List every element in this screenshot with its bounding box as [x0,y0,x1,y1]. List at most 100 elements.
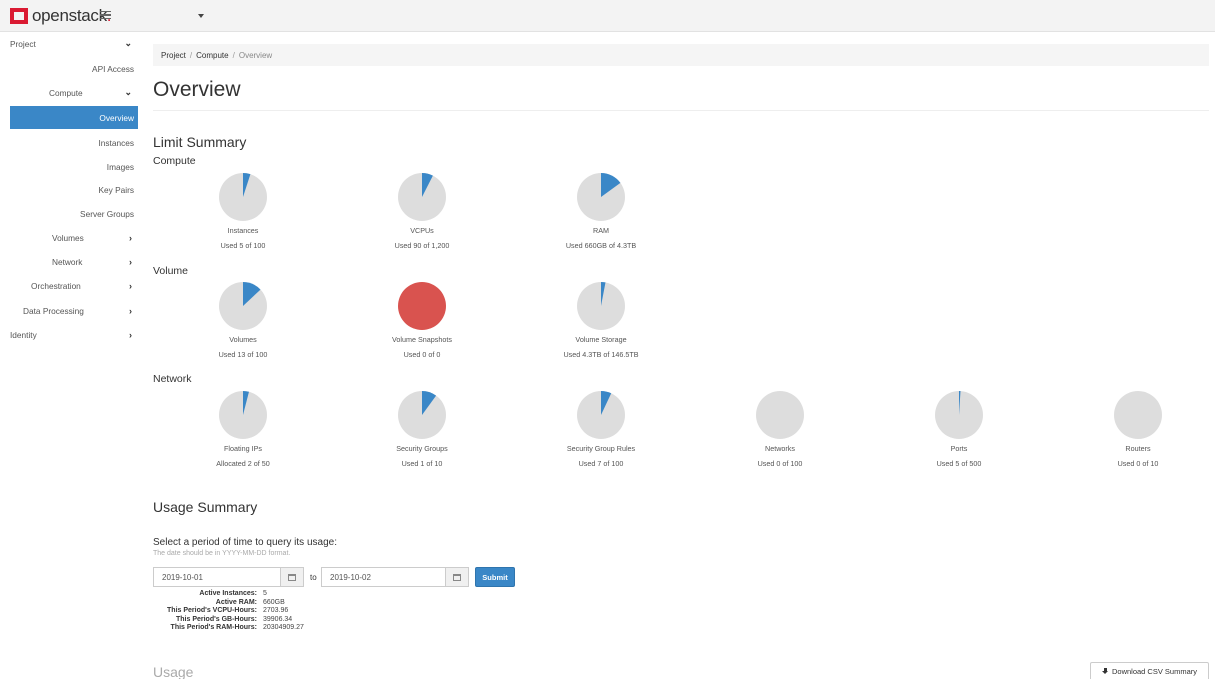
calendar-icon [288,573,296,581]
limit-label: Routers [1125,444,1151,453]
volume-heading: Volume [153,265,189,277]
chevron-down-icon: ⌄ [124,38,132,48]
chevron-right-icon: › [129,280,132,291]
end-date-input[interactable]: 2019-10-02 [321,567,447,587]
sidebar-item-label: Orchestration [31,280,81,291]
breadcrumb-project[interactable]: Project [161,51,186,60]
breadcrumb-current: Overview [238,50,273,60]
sidebar-item-label: Server Groups [80,208,134,219]
start-date-calendar-button[interactable] [280,567,304,587]
limit-networks: Networks Used 0 of 100 [690,391,870,468]
limit-label: VCPUs [410,226,434,235]
page-title: Overview [153,78,241,101]
security-group-rules-pie [577,391,625,439]
sidebar-item-label: Key Pairs [98,184,134,195]
limit-used: Allocated 2 of 50 [216,459,270,468]
pie-background [1114,391,1162,439]
limit-label: Volume Snapshots [392,335,452,344]
limit-label: Ports [950,444,968,453]
sidebar-item-label: Compute [49,87,83,98]
limit-routers: Routers Used 0 of 10 [1048,391,1215,468]
openstack-logo-icon [10,8,28,24]
security-groups-pie [398,391,446,439]
limit-used: Used 5 of 500 [936,459,982,468]
sidebar-item-key-pairs[interactable]: Key Pairs [0,178,134,201]
limit-used: Used 0 of 10 [1117,459,1159,468]
compute-heading: Compute [153,155,196,167]
chevron-right-icon: › [129,256,132,267]
ram-pie [577,173,625,221]
limit-label: Floating IPs [224,444,262,453]
breadcrumb-separator: / [189,50,193,60]
project-dropdown-caret-icon[interactable] [198,14,204,18]
breadcrumb: Project / Compute / Overview [153,44,1209,66]
download-csv-label: Download CSV Summary [1111,667,1198,676]
download-csv-button[interactable]: Download CSV Summary [1090,662,1209,679]
stat-value: 5 [263,590,267,597]
stat-value: 660GB [263,598,285,606]
sidebar-item-label: Images [106,161,134,172]
routers-pie [1114,391,1162,439]
stat-key: Active Instances: [199,590,257,597]
limit-label: Networks [765,444,795,453]
sidebar-item-label: API Access [92,63,134,74]
sidebar-item-instances[interactable]: Instances [0,131,134,154]
chevron-right-icon: › [129,232,132,243]
floating-ips-pie [219,391,267,439]
sidebar-item-identity[interactable]: Identity › [0,323,140,346]
chevron-right-icon: › [129,329,132,340]
usage-stats: Active Instances: 5 Active RAM: 660GB This… [153,590,304,633]
limit-ram: RAM Used 660GB of 4.3TB [511,173,691,250]
stat-key: Active RAM: [215,598,257,606]
breadcrumb-compute[interactable]: Compute [196,51,228,60]
sidebar-item-overview[interactable]: Overview [10,106,138,129]
stat-key: This Period's GB-Hours: [175,615,257,623]
stat-value: 2703.96 [263,607,289,614]
chevron-down-icon: ⌄ [124,87,132,97]
limit-used: Used 4.3TB of 146.5TB [563,350,639,359]
network-heading: Network [153,373,192,385]
sidebar-item-network[interactable]: Network › [0,250,140,273]
limit-used: Used 0 of 0 [403,350,441,359]
divider [153,110,1209,111]
limit-label: Instances [227,226,259,235]
limit-security-group-rules: Security Group Rules Used 7 of 100 [511,391,691,468]
limit-label: Security Group Rules [566,444,636,453]
volume-snapshots-pie [398,282,446,330]
sidebar-item-server-groups[interactable]: Server Groups [0,202,134,225]
networks-pie [756,391,804,439]
usage-summary-heading: Usage Summary [153,499,258,515]
breadcrumb-separator: / [232,50,235,60]
sidebar-item-label: Data Processing [23,305,84,316]
stat-value: 20304909.27 [263,624,304,631]
sidebar-item-data-processing[interactable]: Data Processing › [0,299,140,322]
end-date-calendar-button[interactable] [445,567,469,587]
top-bar: openstack. [0,0,1215,32]
submit-button[interactable]: Submit [475,567,515,587]
sidebar-item-label: Volumes [52,232,84,243]
end-date-value: 2019-10-02 [330,572,371,582]
sidebar-item-label: Instances [98,137,134,148]
download-icon [1101,668,1109,675]
limit-label: Security Groups [396,444,448,453]
volume-storage-pie [577,282,625,330]
sidebar-item-api-access[interactable]: API Access [0,57,134,80]
sidebar-item-volumes[interactable]: Volumes › [0,226,140,249]
stat-value: 39906.34 [263,615,293,623]
limit-ports: Ports Used 5 of 500 [869,391,1049,468]
sidebar-item-compute[interactable]: Compute ⌄ [0,81,140,104]
pie-background [398,282,446,330]
limit-label: RAM [593,226,609,235]
menu-toggle-icon[interactable] [100,9,111,21]
start-date-input[interactable]: 2019-10-01 [153,567,281,587]
limit-summary-heading: Limit Summary [153,134,247,150]
openstack-logo[interactable]: openstack. [10,5,112,27]
date-format-hint: The date should be in YYYY-MM-DD format. [153,550,291,557]
sidebar-item-orchestration[interactable]: Orchestration › [0,274,140,297]
sidebar-item-project[interactable]: Project ⌄ [0,32,140,55]
sidebar-item-images[interactable]: Images [0,155,134,178]
sidebar-item-label: Network [52,256,83,267]
sidebar-item-label: Project [10,38,36,49]
sidebar-item-label: Identity [10,329,37,340]
limit-used: Used 13 of 100 [218,350,268,359]
